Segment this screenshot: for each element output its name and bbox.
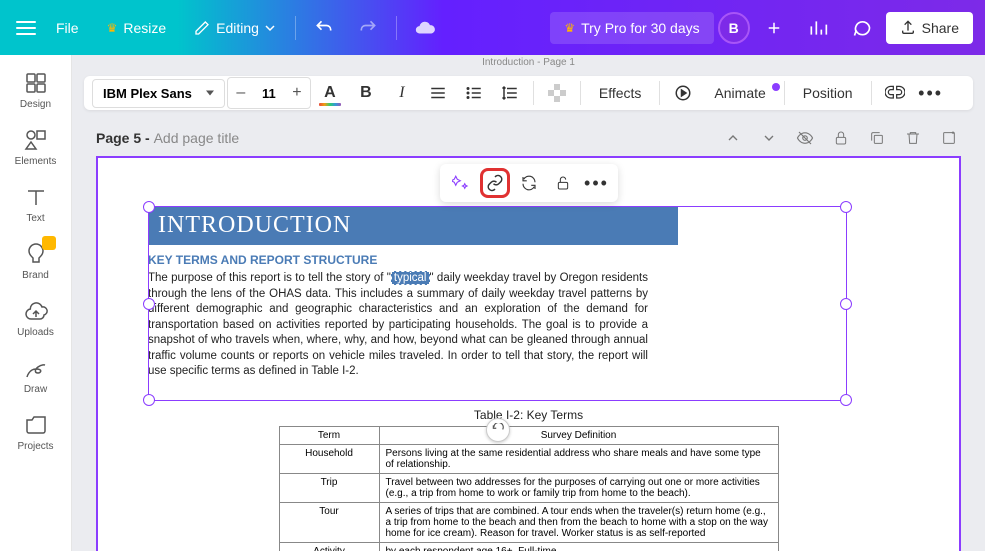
table-row: Activityby each respondent age 16+. Full… [279, 542, 778, 551]
bold-button[interactable]: B [349, 76, 383, 110]
key-terms-table[interactable]: Term Survey Definition HouseholdPersons … [279, 426, 779, 551]
sidebar-item-design[interactable]: Design [6, 63, 66, 118]
resize-handle[interactable] [840, 394, 852, 406]
resize-handle[interactable] [143, 394, 155, 406]
sidebar-item-uploads[interactable]: Uploads [6, 291, 66, 346]
page-up-button[interactable] [721, 126, 745, 150]
floating-toolbar: ••• [440, 164, 618, 202]
align-button[interactable] [421, 76, 455, 110]
undo-button[interactable] [304, 8, 344, 48]
rotate-handle[interactable] [486, 418, 510, 442]
draw-icon [24, 356, 48, 380]
chevron-down-icon [265, 23, 275, 33]
page-title[interactable]: Page 5 - Add page title [96, 130, 239, 146]
pro-badge [42, 236, 56, 250]
selection-box[interactable] [148, 206, 847, 401]
font-size-value[interactable]: 11 [254, 86, 284, 101]
sidebar-item-label: Elements [15, 156, 57, 167]
animate-icon[interactable] [666, 76, 700, 110]
sidebar-item-projects[interactable]: Projects [6, 405, 66, 460]
position-button[interactable]: Position [791, 85, 865, 101]
divider [396, 16, 397, 40]
italic-button[interactable]: I [385, 76, 419, 110]
text-color-button[interactable]: A [313, 76, 347, 110]
animate-button[interactable]: Animate [702, 85, 777, 101]
font-size-group: – 11 + [227, 77, 311, 109]
sidebar-item-label: Draw [24, 384, 47, 395]
resize-handle[interactable] [840, 298, 852, 310]
try-pro-button[interactable]: ♛Try Pro for 30 days [550, 12, 713, 44]
add-member-button[interactable] [754, 8, 794, 48]
sidebar-item-draw[interactable]: Draw [6, 348, 66, 403]
share-button[interactable]: Share [886, 12, 973, 44]
more-button[interactable]: ••• [914, 76, 948, 110]
divider [295, 16, 296, 40]
sidebar-item-text[interactable]: Text [6, 177, 66, 232]
table-row: TripTravel between two addresses for the… [279, 473, 778, 502]
increase-size-button[interactable]: + [284, 78, 310, 108]
upload-icon [900, 20, 916, 36]
redo-button[interactable] [348, 8, 388, 48]
resize-handle[interactable] [143, 201, 155, 213]
uploads-icon [24, 299, 48, 323]
add-page-button[interactable] [937, 126, 961, 150]
more-element-button[interactable]: ••• [582, 168, 612, 198]
page-canvas[interactable]: ••• INTRODUCTION KEY TERMS AND REPORT ST… [96, 156, 961, 551]
editing-menu[interactable]: Editing [182, 12, 287, 44]
link-style-button[interactable] [878, 76, 912, 110]
avatar[interactable]: B [718, 12, 750, 44]
effects-button[interactable]: Effects [587, 85, 654, 101]
sidebar-item-brand[interactable]: Brand [6, 234, 66, 289]
breadcrumb: Introduction - Page 1 [72, 55, 985, 70]
crown-icon: ♛ [107, 21, 118, 35]
delete-page-button[interactable] [901, 126, 925, 150]
file-menu[interactable]: File [44, 12, 91, 44]
sidebar-item-label: Projects [17, 441, 53, 452]
transparency-button[interactable] [540, 76, 574, 110]
list-button[interactable] [457, 76, 491, 110]
lock-page-button[interactable] [829, 126, 853, 150]
comment-icon[interactable] [842, 8, 882, 48]
duplicate-page-button[interactable] [865, 126, 889, 150]
sidebar-item-label: Brand [22, 270, 49, 281]
table-row: TourA series of trips that are combined.… [279, 502, 778, 542]
text-icon [24, 185, 48, 209]
menu-icon[interactable] [12, 14, 40, 42]
crown-icon: ♛ [564, 21, 575, 35]
page-down-button[interactable] [757, 126, 781, 150]
table-header: Survey Definition [379, 426, 778, 444]
notification-dot [772, 83, 780, 91]
sidebar-item-label: Text [26, 213, 44, 224]
link-button[interactable] [480, 168, 510, 198]
table-caption: Table I-2: Key Terms [148, 408, 909, 422]
sync-button[interactable] [514, 168, 544, 198]
sidebar-item-label: Uploads [17, 327, 54, 338]
pencil-icon [194, 20, 210, 36]
sidebar-item-label: Design [20, 99, 51, 110]
hide-page-button[interactable] [793, 126, 817, 150]
magic-button[interactable] [446, 168, 476, 198]
cloud-sync-icon[interactable] [405, 8, 445, 48]
resize-button[interactable]: ♛Resize [95, 12, 179, 44]
table-header: Term [279, 426, 379, 444]
lock-element-button[interactable] [548, 168, 578, 198]
sidebar-item-elements[interactable]: Elements [6, 120, 66, 175]
elements-icon [24, 128, 48, 152]
decrease-size-button[interactable]: – [228, 78, 254, 108]
projects-icon [24, 413, 48, 437]
spacing-button[interactable] [493, 76, 527, 110]
text-toolbar: IBM Plex Sans – 11 + A B I Effects Anima… [84, 76, 973, 110]
analytics-icon[interactable] [798, 8, 838, 48]
table-row: HouseholdPersons living at the same resi… [279, 444, 778, 473]
resize-handle[interactable] [143, 298, 155, 310]
resize-handle[interactable] [840, 201, 852, 213]
font-select[interactable]: IBM Plex Sans [92, 79, 225, 108]
design-icon [24, 71, 48, 95]
